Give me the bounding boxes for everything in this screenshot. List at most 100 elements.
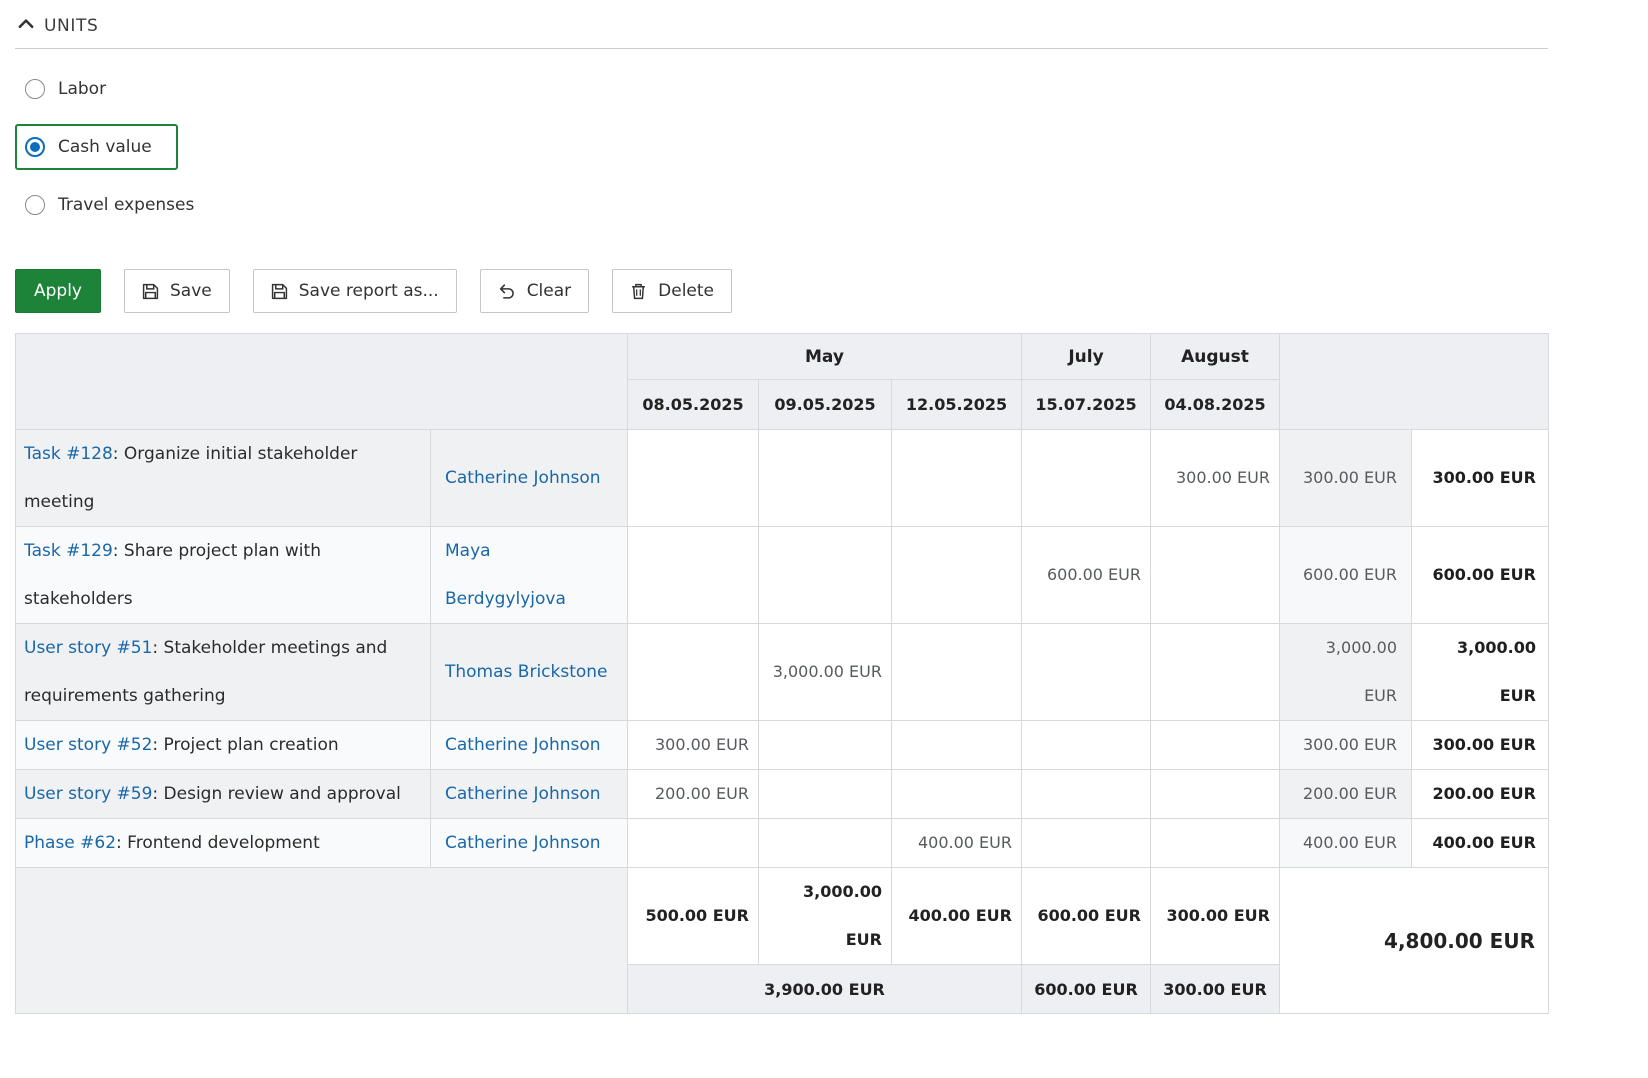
month-total-cell: 600.00 EUR: [1022, 965, 1151, 1014]
date-totals-row: 500.00 EUR 3,000.00 EUR 400.00 EUR 600.0…: [16, 868, 1549, 965]
user-cell: Maya Berdygylyjova: [431, 527, 628, 624]
save-icon: [142, 283, 159, 300]
clear-button[interactable]: Clear: [480, 269, 589, 313]
work-package-title: : Project plan creation: [152, 735, 338, 755]
cost-cell: 600.00 EUR: [1022, 527, 1151, 624]
date-total-cell: 3,000.00 EUR: [759, 868, 892, 965]
save-button[interactable]: Save: [124, 269, 230, 313]
work-package-cell: User story #52: Project plan creation: [16, 721, 431, 770]
date-total-cell: 500.00 EUR: [628, 868, 759, 965]
radio-travel-expenses[interactable]: Travel expenses: [15, 182, 220, 228]
cost-cell: [759, 527, 892, 624]
radio-labor[interactable]: Labor: [15, 66, 132, 112]
user-cell: Catherine Johnson: [431, 770, 628, 819]
table-row: User story #51: Stakeholder meetings and…: [16, 624, 1549, 721]
table-row: User story #59: Design review and approv…: [16, 770, 1549, 819]
user-link[interactable]: Catherine Johnson: [445, 833, 601, 853]
cost-cell: [759, 430, 892, 527]
radio-unchecked-icon: [25, 79, 45, 99]
cost-cell: [892, 624, 1022, 721]
radio-unchecked-icon: [25, 195, 45, 215]
work-package-link[interactable]: Task #129: [24, 541, 113, 561]
user-link[interactable]: Catherine Johnson: [445, 468, 601, 488]
units-radio-group: Labor Cash value Travel expenses: [15, 66, 1563, 228]
cost-cell: [628, 624, 759, 721]
radio-cash-value-label: Cash value: [58, 137, 152, 157]
work-package-link[interactable]: User story #51: [24, 638, 152, 658]
table-corner-left: [16, 334, 628, 430]
cost-cell: 300.00 EUR: [1151, 430, 1280, 527]
work-package-cell: User story #59: Design review and approv…: [16, 770, 431, 819]
cost-cell: [892, 770, 1022, 819]
row-total-cell: 300.00 EUR: [1412, 721, 1549, 770]
cost-cell: [1022, 721, 1151, 770]
work-package-link[interactable]: Task #128: [24, 444, 113, 464]
date-header: 15.07.2025: [1022, 380, 1151, 430]
cost-cell: [628, 527, 759, 624]
date-header: 04.08.2025: [1151, 380, 1280, 430]
save-button-label: Save: [170, 281, 212, 301]
save-report-as-button[interactable]: Save report as...: [253, 269, 457, 313]
user-cell: Thomas Brickstone: [431, 624, 628, 721]
work-package-cell: Task #128: Organize initial stakeholder …: [16, 430, 431, 527]
date-total-cell: 600.00 EUR: [1022, 868, 1151, 965]
report-toolbar: Apply Save Save report as...: [15, 269, 1563, 313]
cost-cell: [1022, 624, 1151, 721]
table-corner-right: [1280, 334, 1549, 430]
cost-cell: [759, 721, 892, 770]
cost-cell: 200.00 EUR: [628, 770, 759, 819]
undo-icon: [498, 282, 516, 300]
month-total-cell: 300.00 EUR: [1151, 965, 1280, 1014]
apply-button-label: Apply: [34, 281, 82, 301]
user-cell: Catherine Johnson: [431, 721, 628, 770]
cost-cell: 300.00 EUR: [628, 721, 759, 770]
delete-button-label: Delete: [658, 281, 714, 301]
units-section-header[interactable]: UNITS: [15, 10, 1548, 49]
cost-cell: [759, 770, 892, 819]
cost-cell: [1022, 770, 1151, 819]
trash-icon: [630, 283, 647, 300]
cost-report-table: May July August 08.05.2025 09.05.2025 12…: [15, 333, 1549, 1014]
save-icon: [271, 283, 288, 300]
save-report-as-button-label: Save report as...: [299, 281, 439, 301]
month-header-july: July: [1022, 334, 1151, 380]
month-header-august: August: [1151, 334, 1280, 380]
cost-cell: [1151, 527, 1280, 624]
cost-cell: 400.00 EUR: [892, 819, 1022, 868]
row-total-cell: 400.00 EUR: [1412, 819, 1549, 868]
apply-button[interactable]: Apply: [15, 269, 101, 313]
row-sum-cell: 400.00 EUR: [1280, 819, 1412, 868]
chevron-up-icon: [17, 15, 35, 37]
radio-travel-expenses-label: Travel expenses: [58, 195, 194, 215]
cost-cell: [1151, 770, 1280, 819]
work-package-link[interactable]: Phase #62: [24, 833, 116, 853]
work-package-link[interactable]: User story #59: [24, 784, 152, 804]
user-link[interactable]: Thomas Brickstone: [445, 662, 608, 682]
work-package-cell: User story #51: Stakeholder meetings and…: [16, 624, 431, 721]
footer-spacer: [16, 868, 628, 1014]
work-package-cell: Task #129: Share project plan with stake…: [16, 527, 431, 624]
row-sum-cell: 200.00 EUR: [1280, 770, 1412, 819]
month-header-row: May July August: [16, 334, 1549, 380]
row-sum-cell: 300.00 EUR: [1280, 721, 1412, 770]
user-link[interactable]: Maya Berdygylyjova: [445, 541, 566, 609]
radio-labor-label: Labor: [58, 79, 106, 99]
cost-cell: [892, 721, 1022, 770]
cost-cell: [628, 819, 759, 868]
row-total-cell: 600.00 EUR: [1412, 527, 1549, 624]
cost-report-page: UNITS Labor Cash value Travel expenses A…: [0, 0, 1563, 1044]
user-cell: Catherine Johnson: [431, 430, 628, 527]
date-total-cell: 400.00 EUR: [892, 868, 1022, 965]
user-link[interactable]: Catherine Johnson: [445, 735, 601, 755]
delete-button[interactable]: Delete: [612, 269, 732, 313]
cost-cell: [1151, 721, 1280, 770]
table-row: User story #52: Project plan creation Ca…: [16, 721, 1549, 770]
cost-cell: [1022, 819, 1151, 868]
work-package-link[interactable]: User story #52: [24, 735, 152, 755]
user-link[interactable]: Catherine Johnson: [445, 784, 601, 804]
work-package-cell: Phase #62: Frontend development: [16, 819, 431, 868]
cost-cell: [892, 430, 1022, 527]
radio-cash-value[interactable]: Cash value: [15, 124, 178, 170]
grand-total-cell: 4,800.00 EUR: [1280, 868, 1549, 1014]
table-row: Phase #62: Frontend development Catherin…: [16, 819, 1549, 868]
